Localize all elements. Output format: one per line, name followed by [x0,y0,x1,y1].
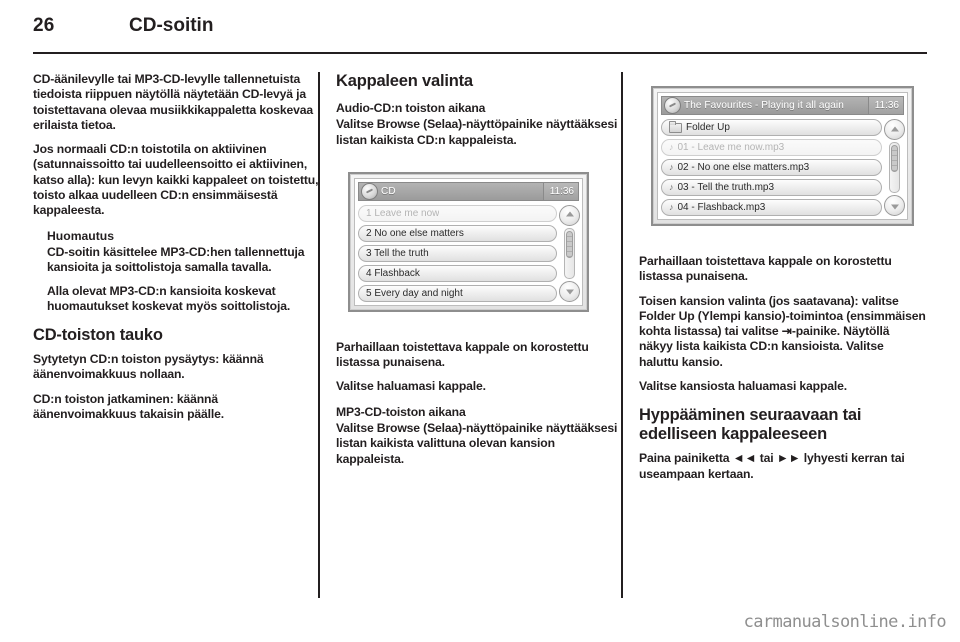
page-header: 26 CD-soitin [33,14,927,48]
left-paragraph-1: CD-äänilevylle tai MP3-CD-levylle tallen… [33,72,314,132]
heading-track-selection: Kappaleen valinta [336,72,473,90]
track-label: Folder Up [686,122,730,133]
middle-paragraph-3: Valitse haluamasi kappale. [336,379,486,394]
note-title: Huomautus [47,228,115,243]
right-paragraph-4: Paina painiketta ◄◄ tai ►► lyhyesti kerr… [639,451,905,481]
music-note-icon: ♪ [669,162,674,172]
screen-inner-cd: CD 11:36 1 Leave me now 2 No one else ma… [354,177,583,306]
cd-clock: 11:36 [542,182,578,200]
scroll-down-arrow-icon[interactable] [559,280,580,302]
track-label: 02 - No one else matters.mp3 [677,162,810,173]
cd-list-area: 1 Leave me now 2 No one else matters 3 T… [358,204,580,302]
disc-icon [361,182,378,200]
note-block: Huomautus CD-soitin käsittelee MP3-CD:he… [47,229,320,314]
screen-inner-favourites: The Favourites - Playing it all again 11… [657,92,908,220]
music-note-icon: ♪ [669,202,674,212]
heading-skip-track: Hyppääminen seuraavaan tai edelliseen ka… [639,406,862,444]
list-item[interactable]: ♪ 04 - Flashback.mp3 [661,199,882,216]
folder-icon [669,120,682,133]
right-paragraph-1: Parhaillaan toistettava kappale on koros… [639,254,892,284]
cd-scrollbar[interactable] [559,204,580,302]
scroll-track[interactable] [889,142,900,193]
favourites-clock: 11:36 [867,97,903,114]
heading-cd-pause: CD-toiston tauko [33,326,163,345]
music-note-icon: ♪ [669,142,674,152]
middle-paragraph-2: Parhaillaan toistettava kappale on koros… [336,339,589,370]
note-paragraph-1: CD-soitin käsittelee MP3-CD:hen tallenne… [47,244,305,275]
cd-title-text: CD [381,185,396,197]
track-label: 5 Every day and night [366,287,463,299]
right-paragraph-3: Valitse kansiosta haluamasi kappale. [639,379,847,394]
track-label: 2 No one else matters [366,227,464,239]
cd-track-list: 1 Leave me now 2 No one else matters 3 T… [358,204,557,302]
list-item[interactable]: 1 Leave me now [358,204,557,222]
site-watermark: carmanualsonline.info [743,612,947,632]
page-number: 26 [33,15,55,36]
list-item[interactable]: ♪ 03 - Tell the truth.mp3 [661,179,882,196]
left-paragraph-4: CD:n toiston jatkaminen: käännä äänenvoi… [33,391,224,422]
header-divider [33,52,927,54]
music-note-icon: ♪ [669,182,674,192]
infotainment-screen-cd: CD 11:36 1 Leave me now 2 No one else ma… [348,171,589,312]
track-label: 03 - Tell the truth.mp3 [677,182,775,193]
middle-paragraph-1: Valitse Browse (Selaa)-näyttöpainike näy… [336,117,618,147]
track-label: 1 Leave me now [366,207,440,219]
figure-favourites-screen: The Favourites - Playing it all again 11… [639,72,926,242]
scroll-up-arrow-icon[interactable] [559,204,580,226]
manual-page: 26 CD-soitin CD-äänilevylle tai MP3-CD-l… [0,0,960,642]
track-label: 01 - Leave me now.mp3 [677,142,785,153]
cd-titlebar: CD 11:36 [358,181,579,201]
list-item[interactable]: 4 Flashback [358,264,557,282]
column-right: The Favourites - Playing it all again 11… [639,72,926,491]
page-title: CD-soitin [129,15,214,36]
favourites-list-area: Folder Up ♪ 01 - Leave me now.mp3 ♪ 02 -… [661,119,905,216]
scroll-track[interactable] [564,227,575,279]
left-paragraph-2: Jos normaali CD:n toistotila on aktiivin… [33,142,319,218]
list-item[interactable]: 5 Every day and night [358,284,557,302]
scroll-thumb[interactable] [566,231,573,259]
right-paragraph-2: Toisen kansion valinta (jos saatavana): … [639,293,926,369]
favourites-title-text: The Favourites - Playing it all again [684,100,844,111]
list-item[interactable]: ♪ 01 - Leave me now.mp3 [661,139,882,156]
left-paragraph-3: Sytytetyn CD:n toiston pysäytys: käännä … [33,352,264,382]
disc-icon [664,97,681,114]
list-item[interactable]: ♪ 02 - No one else matters.mp3 [661,159,882,176]
list-item[interactable]: Folder Up [661,119,882,136]
track-label: 4 Flashback [366,267,420,279]
favourites-titlebar: The Favourites - Playing it all again 11… [661,96,904,115]
favourites-track-list: Folder Up ♪ 01 - Leave me now.mp3 ♪ 02 -… [661,119,882,216]
track-label: 04 - Flashback.mp3 [677,202,766,213]
favourites-scrollbar[interactable] [884,119,905,216]
list-item[interactable]: 3 Tell the truth [358,244,557,262]
list-item[interactable]: 2 No one else matters [358,224,557,242]
subheading-audio-cd: Audio-CD:n toiston aikana [336,101,486,115]
scroll-up-arrow-icon[interactable] [884,119,905,140]
middle-paragraph-4: Valitse Browse (Selaa)-näyttöpainike näy… [336,421,618,466]
column-middle: Kappaleen valinta Audio-CD:n toiston aik… [336,72,623,476]
infotainment-screen-favourites: The Favourites - Playing it all again 11… [651,86,914,226]
figure-cd-screen: CD 11:36 1 Leave me now 2 No one else ma… [336,157,601,328]
column-left: CD-äänilevylle tai MP3-CD-levylle tallen… [33,72,320,431]
scroll-thumb[interactable] [891,145,898,173]
subheading-mp3-cd: MP3-CD-toiston aikana [336,404,466,419]
scroll-down-arrow-icon[interactable] [884,195,905,216]
track-label: 3 Tell the truth [366,247,429,259]
note-paragraph-2: Alla olevat MP3-CD:n kansioita koskevat … [47,283,291,313]
